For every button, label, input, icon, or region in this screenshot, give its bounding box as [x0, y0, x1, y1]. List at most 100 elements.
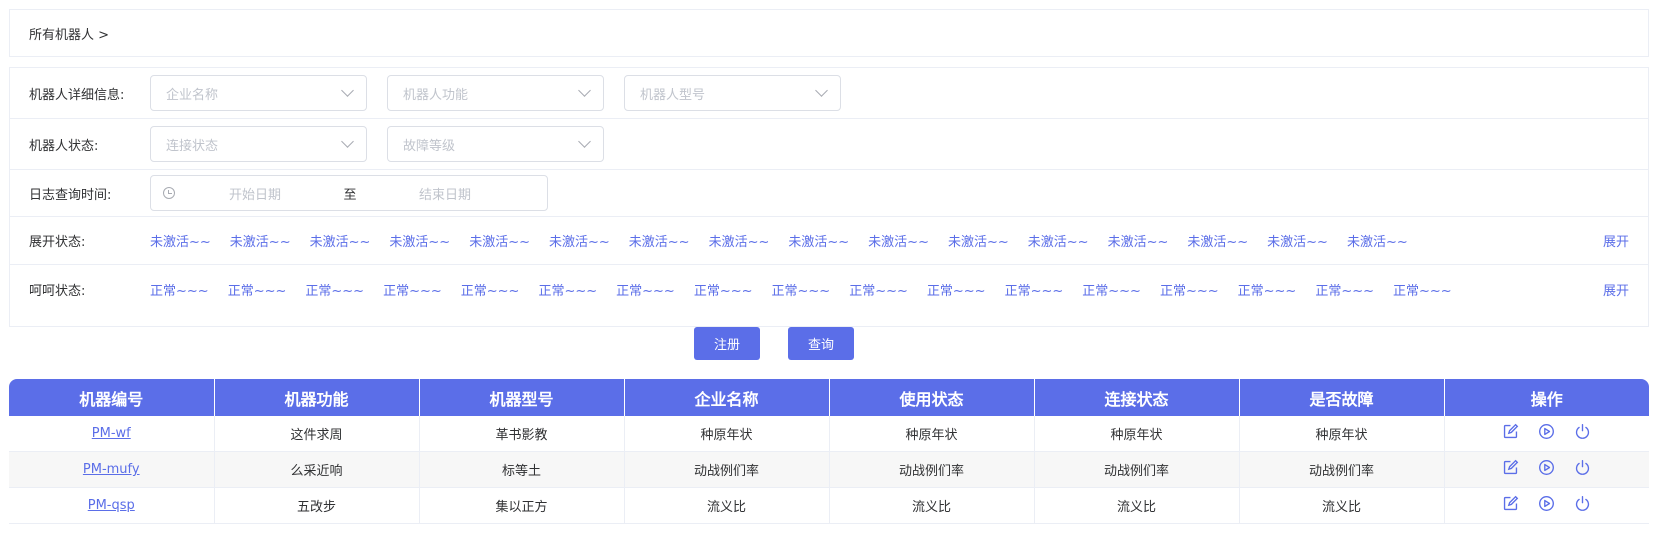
- expand-tag-list: 未激活~~ 未激活~~ 未激活~~ 未激活~~ 未激活~~ 未激活~~ 未激活~~ 未激活~~…: [150, 231, 1427, 250]
- function-placeholder: 机器人功能: [403, 87, 469, 103]
- table-header-cell: 使用状态: [829, 379, 1035, 416]
- hehe-state-tag[interactable]: 正常~~~: [1005, 280, 1064, 299]
- expand-state-tag[interactable]: 未激活~~: [230, 231, 291, 250]
- table-body: PM-wf 这件求周 革书影教 种原年状 种原年状 种原年状 种原年状 PM-mufy 么采近响…: [9, 416, 1649, 524]
- table-cell: 动战例们率: [1239, 451, 1445, 488]
- power-icon[interactable]: [1574, 423, 1591, 444]
- chevron-down-icon: [578, 84, 591, 97]
- clock-icon: [163, 187, 175, 199]
- company-placeholder: 企业名称: [166, 87, 219, 103]
- table-cell: 动战例们率: [1034, 451, 1240, 488]
- model-select[interactable]: 机器人型号: [624, 75, 841, 111]
- table-header-cell: 操作: [1444, 379, 1649, 416]
- hehe-state-tag[interactable]: 正常~~~: [1393, 280, 1452, 299]
- expand-state-tag[interactable]: 未激活~~: [549, 231, 610, 250]
- hehe-state-tag[interactable]: 正常~~~: [383, 280, 442, 299]
- table-header-cell: 机器编号: [9, 379, 215, 416]
- hehe-expand-link[interactable]: 展开: [1603, 280, 1629, 299]
- table-cell: 革书影教: [419, 416, 625, 452]
- filter-row-log: 日志查询时间: 开始日期 至 结束日期: [10, 170, 1648, 217]
- machine-id-link[interactable]: PM-mufy: [83, 462, 140, 477]
- end-date-input[interactable]: 结束日期: [365, 184, 525, 203]
- hehe-state-tag[interactable]: 正常~~~: [849, 280, 908, 299]
- hehe-state-tag[interactable]: 正常~~~: [228, 280, 287, 299]
- machine-id-link[interactable]: PM-qsp: [88, 498, 135, 513]
- expand-state-tag[interactable]: 未激活~~: [1028, 231, 1089, 250]
- table-cell: 标等土: [419, 451, 625, 488]
- expand-state-label: 展开状态:: [29, 235, 86, 250]
- play-icon[interactable]: [1538, 423, 1555, 444]
- edit-icon[interactable]: [1502, 495, 1519, 516]
- machine-id-link[interactable]: PM-wf: [92, 426, 131, 441]
- function-select[interactable]: 机器人功能: [387, 75, 604, 111]
- hehe-state-tag[interactable]: 正常~~~: [1315, 280, 1374, 299]
- connect-placeholder: 连接状态: [166, 138, 219, 154]
- edit-icon[interactable]: [1502, 459, 1519, 480]
- company-select[interactable]: 企业名称: [150, 75, 367, 111]
- actions-cell: [1444, 451, 1649, 488]
- connect-select[interactable]: 连接状态: [150, 126, 367, 162]
- table-cell: 么采近响: [214, 451, 420, 488]
- expand-link[interactable]: 展开: [1603, 231, 1629, 250]
- fault-placeholder: 故障等级: [403, 138, 456, 154]
- expand-state-tag[interactable]: 未激活~~: [389, 231, 450, 250]
- expand-state-tag[interactable]: 未激活~~: [310, 231, 371, 250]
- table-cell: 种原年状: [829, 416, 1035, 452]
- filter-panel: 机器人详细信息: 企业名称 机器人功能 机器人型号 机器人状态: 连接状态 故障…: [9, 67, 1649, 327]
- hehe-state-tag[interactable]: 正常~~~: [616, 280, 675, 299]
- actions-cell: [1444, 416, 1649, 452]
- breadcrumb[interactable]: 所有机器人 >: [9, 9, 1649, 57]
- expand-state-tag[interactable]: 未激活~~: [469, 231, 530, 250]
- expand-state-tag[interactable]: 未激活~~: [788, 231, 849, 250]
- play-icon[interactable]: [1538, 495, 1555, 516]
- play-icon[interactable]: [1538, 459, 1555, 480]
- model-placeholder: 机器人型号: [640, 87, 706, 103]
- expand-state-tag[interactable]: 未激活~~: [1108, 231, 1169, 250]
- expand-state-tag[interactable]: 未激活~~: [709, 231, 770, 250]
- fault-select[interactable]: 故障等级: [387, 126, 604, 162]
- hehe-state-tag[interactable]: 正常~~~: [1238, 280, 1297, 299]
- start-date-input[interactable]: 开始日期: [175, 184, 335, 203]
- table-header-cell: 是否故障: [1239, 379, 1445, 416]
- table-row: PM-mufy 么采近响 标等土 动战例们率 动战例们率 动战例们率 动战例们率: [9, 451, 1649, 488]
- robot-table: 机器编号 机器功能 机器型号 企业名称 使用状态 连接状态 是否故障 操作 PM-wf 这件求周…: [9, 379, 1649, 537]
- expand-state-tag[interactable]: 未激活~~: [948, 231, 1009, 250]
- chevron-down-icon: [341, 135, 354, 148]
- power-icon[interactable]: [1574, 495, 1591, 516]
- hehe-state-tag[interactable]: 正常~~~: [772, 280, 831, 299]
- table-cell: 动战例们率: [624, 451, 830, 488]
- table-cell: 种原年状: [1239, 416, 1445, 452]
- date-range-picker[interactable]: 开始日期 至 结束日期: [150, 175, 548, 211]
- hehe-state-tag[interactable]: 正常~~~: [461, 280, 520, 299]
- table-header-cell: 机器型号: [419, 379, 625, 416]
- expand-state-tag[interactable]: 未激活~~: [868, 231, 929, 250]
- table-header-cell: 机器功能: [214, 379, 420, 416]
- hehe-state-tag[interactable]: 正常~~~: [1160, 280, 1219, 299]
- table-header-row: 机器编号 机器功能 机器型号 企业名称 使用状态 连接状态 是否故障 操作: [9, 379, 1649, 416]
- expand-state-tag[interactable]: 未激活~~: [1347, 231, 1408, 250]
- expand-state-tag[interactable]: 未激活~~: [1267, 231, 1328, 250]
- query-button[interactable]: 查询: [788, 327, 854, 360]
- expand-state-tag[interactable]: 未激活~~: [629, 231, 690, 250]
- detail-label: 机器人详细信息:: [29, 87, 125, 103]
- table-row: PM-wf 这件求周 革书影教 种原年状 种原年状 种原年状 种原年状: [9, 416, 1649, 452]
- status-label: 机器人状态:: [29, 138, 99, 154]
- log-label: 日志查询时间:: [29, 187, 112, 203]
- hehe-state-tag[interactable]: 正常~~~: [927, 280, 986, 299]
- expand-state-tag[interactable]: 未激活~~: [1187, 231, 1248, 250]
- hehe-state-tag[interactable]: 正常~~~: [694, 280, 753, 299]
- expand-state-tag[interactable]: 未激活~~: [150, 231, 211, 250]
- table-cell: 流义比: [829, 487, 1035, 524]
- table-cell: 流义比: [1239, 487, 1445, 524]
- register-button[interactable]: 注册: [694, 327, 760, 360]
- table-header-cell: 企业名称: [624, 379, 830, 416]
- hehe-state-tag[interactable]: 正常~~~: [1082, 280, 1141, 299]
- hehe-state-tag[interactable]: 正常~~~: [150, 280, 209, 299]
- actions-cell: [1444, 487, 1649, 524]
- edit-icon[interactable]: [1502, 423, 1519, 444]
- power-icon[interactable]: [1574, 459, 1591, 480]
- breadcrumb-text[interactable]: 所有机器人 >: [29, 24, 109, 43]
- hehe-state-tag[interactable]: 正常~~~: [538, 280, 597, 299]
- hehe-state-tag[interactable]: 正常~~~: [305, 280, 364, 299]
- machine-id-cell: PM-wf: [9, 416, 215, 452]
